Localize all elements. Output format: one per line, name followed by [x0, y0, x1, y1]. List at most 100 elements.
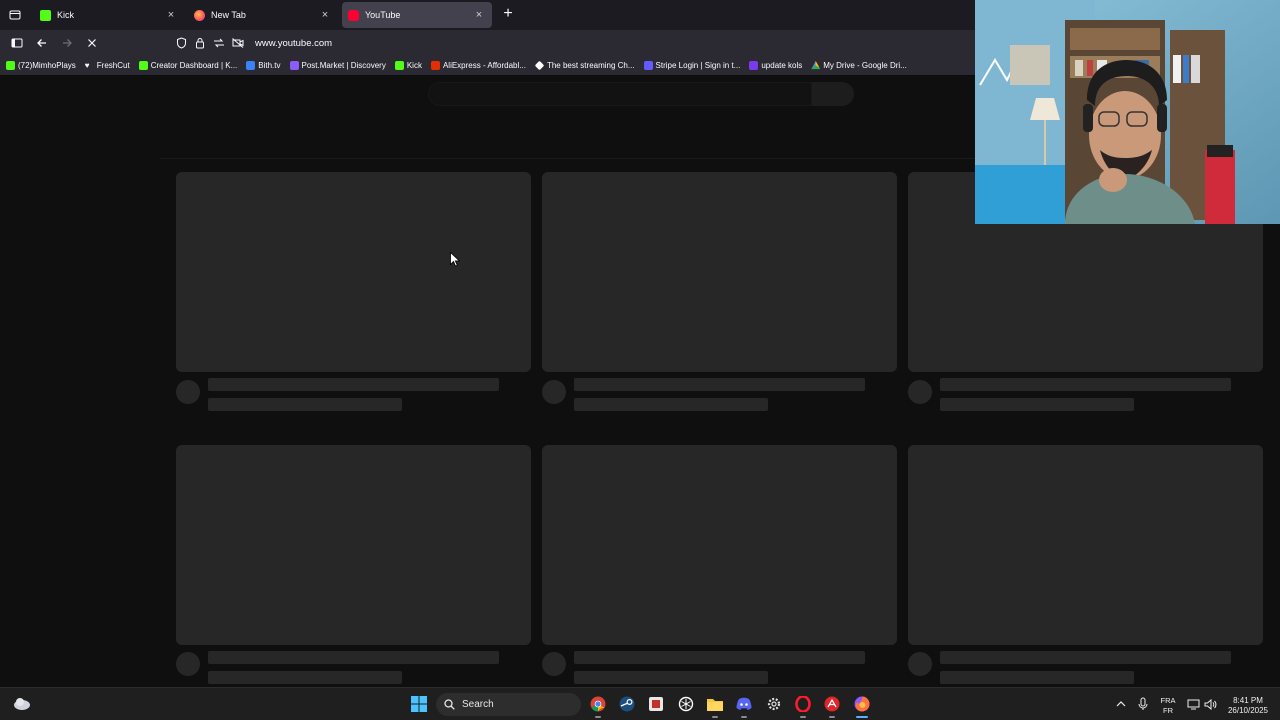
chrome-icon[interactable] [588, 694, 608, 714]
taskbar-search-label: Search [462, 699, 494, 710]
webcam-image [975, 0, 1280, 224]
taskbar: Search FRA FR 8:41 PM 26/10/2025 [0, 687, 1280, 720]
tab-close-icon[interactable]: × [472, 8, 486, 22]
bith-icon [246, 61, 256, 70]
bookmark-bith-tv[interactable]: Bith.tv [246, 61, 281, 70]
new-tab-button[interactable]: + [496, 3, 520, 27]
firefox-icon[interactable] [852, 694, 872, 714]
aliexpress-icon [430, 61, 440, 70]
bookmark-aliexpress[interactable]: AliExpress - Affordabl... [430, 61, 526, 70]
taskbar-search[interactable]: Search [436, 693, 581, 716]
url-text[interactable]: www.youtube.com [255, 38, 332, 49]
video-thumbnail-placeholder[interactable] [176, 172, 531, 372]
sidebar-toggle-icon[interactable] [6, 32, 28, 54]
tab-new-tab[interactable]: New Tab × [188, 2, 338, 28]
weather-icon[interactable] [12, 694, 32, 714]
language-code: FRA [1160, 696, 1176, 705]
tab-youtube[interactable]: YouTube × [342, 2, 492, 28]
tab-label: New Tab [211, 10, 246, 20]
tab-list-icon[interactable] [2, 2, 28, 28]
forward-button[interactable] [56, 32, 78, 54]
post-market-icon [289, 61, 299, 70]
mouse-cursor-icon [450, 252, 460, 267]
bookmark-label: The best streaming Ch... [546, 61, 635, 70]
bookmark-stripe[interactable]: Stripe Login | Sign in t... [643, 61, 740, 70]
adobe-icon[interactable] [822, 694, 842, 714]
bookmark-label: Kick [406, 61, 422, 70]
chatgpt-icon[interactable] [676, 694, 696, 714]
search-input-placeholder[interactable] [428, 82, 812, 106]
kick-icon [394, 61, 404, 70]
volume-icon[interactable] [1200, 694, 1220, 714]
chevron-up-icon[interactable] [1111, 694, 1131, 714]
bookmark-label: update kols [761, 61, 803, 70]
kick-icon [6, 61, 15, 70]
bookmark-kick[interactable]: Kick [394, 61, 422, 70]
lock-icon[interactable] [192, 35, 208, 51]
language-indicator[interactable]: FRA FR [1156, 696, 1180, 716]
youtube-icon [348, 9, 359, 21]
bookmark-streaming[interactable]: The best streaming Ch... [534, 60, 635, 71]
running-indicator [829, 716, 835, 718]
app-icon[interactable] [646, 694, 666, 714]
tab-label: YouTube [365, 10, 401, 20]
webcam-overlay [975, 0, 1280, 224]
permissions-icon[interactable] [211, 35, 227, 51]
microphone-icon[interactable] [1133, 694, 1153, 714]
windows-start-icon[interactable] [409, 694, 429, 714]
bookmark-creator-dashboard[interactable]: Creator Dashboard | K... [138, 61, 238, 70]
bookmark-label: My Drive - Google Dri... [823, 61, 907, 70]
bookmark-update-kols[interactable]: update kols [749, 61, 802, 70]
channel-avatar-placeholder [908, 652, 932, 676]
bookmark-label: (72)MimhoPlays [18, 61, 76, 70]
settings-icon[interactable] [764, 694, 784, 714]
bookmark-label: Bith.tv [258, 61, 281, 70]
bookmark-label: AliExpress - Affordabl... [442, 61, 526, 70]
channel-avatar-placeholder [542, 652, 566, 676]
running-indicator [595, 716, 601, 718]
stop-loading-button[interactable] [81, 32, 103, 54]
bookmark-mimhoplays[interactable]: (72)MimhoPlays [6, 61, 76, 70]
search-button-placeholder[interactable] [812, 82, 854, 106]
tab-close-icon[interactable]: × [164, 8, 178, 22]
discord-icon[interactable] [734, 694, 754, 714]
video-thumbnail-placeholder[interactable] [542, 172, 897, 372]
channel-avatar-placeholder [542, 380, 566, 404]
tracking-protection-shield-icon[interactable] [173, 35, 189, 51]
video-meta-placeholder [574, 671, 768, 684]
kick-icon [138, 61, 148, 70]
steam-icon[interactable] [617, 694, 637, 714]
video-thumbnail-placeholder[interactable] [176, 445, 531, 645]
running-indicator [800, 716, 806, 718]
running-indicator [741, 716, 747, 718]
bookmark-label: Post.Market | Discovery [301, 61, 386, 70]
running-indicator [856, 716, 868, 718]
tab-close-icon[interactable]: × [318, 8, 332, 22]
video-title-placeholder [940, 651, 1231, 664]
channel-avatar-placeholder [908, 380, 932, 404]
google-drive-icon [811, 61, 821, 70]
clock-time: 8:41 PM [1233, 696, 1263, 705]
video-thumbnail-placeholder[interactable] [542, 445, 897, 645]
running-indicator [712, 716, 718, 718]
firefox-icon [194, 9, 205, 21]
bookmark-post-market[interactable]: Post.Market | Discovery [289, 61, 386, 70]
bookmark-label: FreshCut [96, 61, 130, 70]
tab-kick[interactable]: Kick × [34, 2, 184, 28]
back-button[interactable] [31, 32, 53, 54]
channel-avatar-placeholder [176, 652, 200, 676]
bookmark-freshcut[interactable]: ♥ FreshCut [85, 61, 130, 70]
clock[interactable]: 8:41 PM 26/10/2025 [1222, 696, 1274, 716]
file-explorer-icon[interactable] [705, 694, 725, 714]
url-bar[interactable]: www.youtube.com [173, 32, 873, 54]
video-thumbnail-placeholder[interactable] [908, 445, 1263, 645]
video-title-placeholder [574, 378, 865, 391]
video-meta-placeholder [940, 671, 1134, 684]
opera-gx-icon[interactable] [793, 694, 813, 714]
video-meta-placeholder [208, 398, 402, 411]
camera-blocked-icon[interactable] [230, 35, 246, 51]
heart-icon: ♥ [84, 61, 90, 70]
bookmark-label: Creator Dashboard | K... [150, 61, 238, 70]
bookmark-my-drive[interactable]: My Drive - Google Dri... [811, 61, 907, 70]
channel-avatar-placeholder [176, 380, 200, 404]
